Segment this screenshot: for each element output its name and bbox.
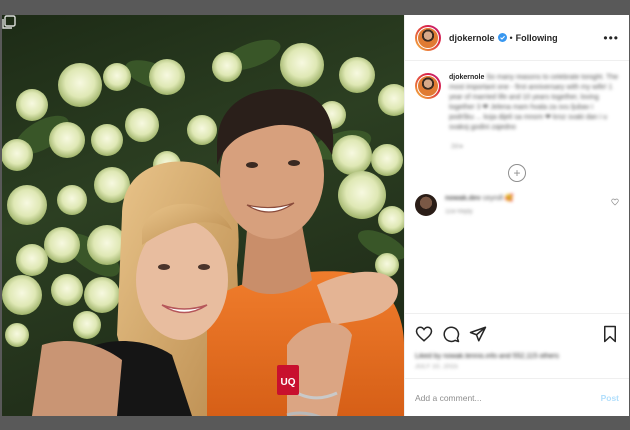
comment-item: nowak.dev ceyroll 🥰 11w Reply	[415, 194, 619, 216]
commenter-avatar[interactable]	[415, 194, 437, 216]
post-header: djokernole • Following •••	[405, 15, 629, 61]
likes-count[interactable]: Liked by nowak.tennis.info and 552,115 o…	[405, 353, 629, 360]
instagram-post: UQ djokernole • Following ••• djokernole	[2, 15, 629, 416]
post-date: JULY 10, 2015	[415, 364, 459, 370]
post-comment-button[interactable]: Post	[601, 393, 619, 403]
comment-input[interactable]	[415, 392, 601, 403]
comment-icon[interactable]	[442, 325, 460, 343]
post-side-panel: djokernole • Following ••• djokernole So…	[404, 15, 629, 416]
author-avatar[interactable]	[415, 24, 441, 51]
carousel-icon	[2, 15, 16, 29]
author-username[interactable]: djokernole	[449, 33, 495, 43]
comment-meta[interactable]: 11w Reply	[445, 209, 605, 215]
separator-dot: •	[509, 32, 513, 43]
comments-section: djokernole So many reasons to celebrate …	[405, 61, 629, 313]
caption: djokernole So many reasons to celebrate …	[415, 73, 619, 133]
svg-text:UQ: UQ	[281, 377, 296, 388]
load-more-icon[interactable]: +	[508, 164, 526, 182]
caption-avatar[interactable]	[415, 73, 441, 99]
commenter-username[interactable]: nowak.dev	[445, 195, 481, 202]
more-options-icon[interactable]: •••	[603, 31, 619, 45]
action-bar	[405, 313, 629, 353]
bookmark-icon[interactable]	[601, 325, 619, 343]
comment-like-icon[interactable]	[611, 198, 619, 206]
caption-username[interactable]: djokernole	[449, 74, 484, 81]
photo-illustration: UQ	[2, 39, 404, 416]
comment-text: ceyroll 🥰	[482, 195, 514, 202]
caption-text: So many reasons to celebrate tonight. Th…	[449, 74, 619, 131]
share-icon[interactable]	[469, 325, 487, 343]
heart-icon[interactable]	[415, 325, 433, 343]
add-comment-bar: Post	[405, 378, 629, 416]
verified-badge-icon	[497, 33, 507, 42]
following-button[interactable]: Following	[516, 33, 558, 43]
caption-time: 2d ▸	[451, 143, 464, 150]
post-photo[interactable]: UQ	[2, 15, 404, 416]
